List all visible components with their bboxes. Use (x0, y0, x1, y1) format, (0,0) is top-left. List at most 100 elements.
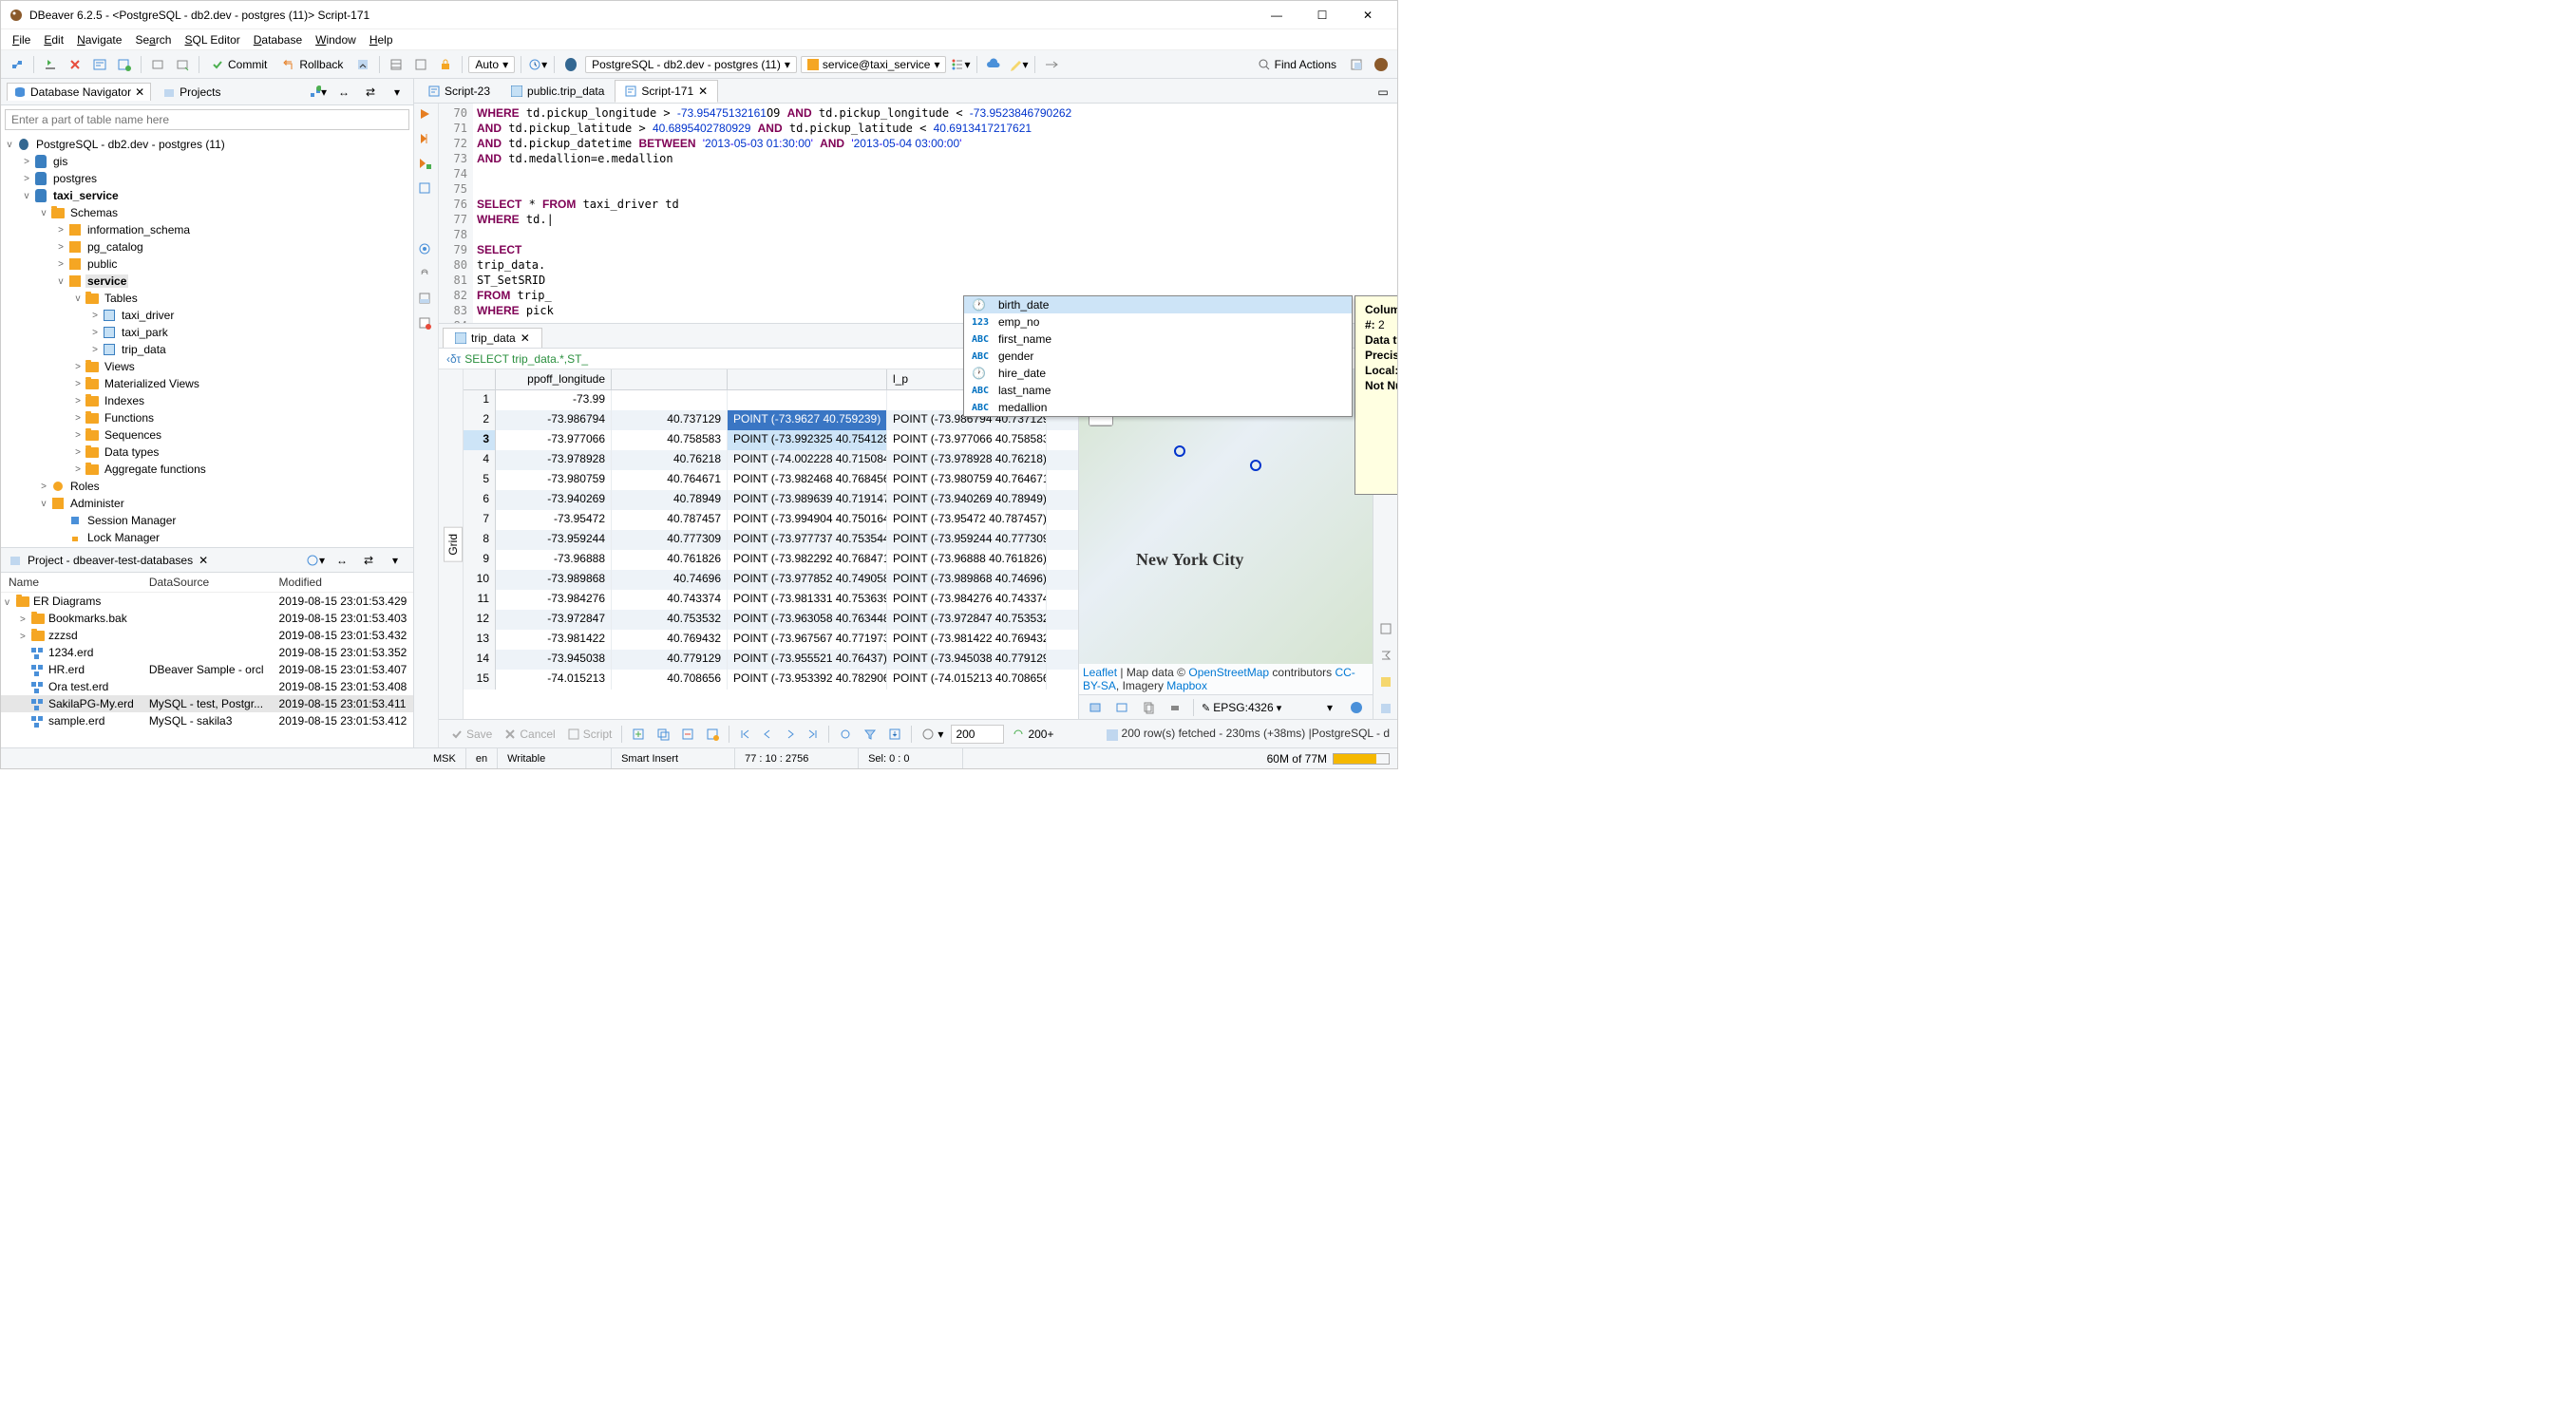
tree-schemas[interactable]: Schemas (68, 206, 120, 219)
proj-collapse-icon[interactable]: ⇄ (358, 550, 379, 571)
table-row[interactable]: 13-73.98142240.769432POINT (-73.967567 4… (464, 630, 1078, 650)
sb-memory[interactable]: 60M of 77M (1260, 752, 1397, 766)
data-grid[interactable]: ppoff_longitude l_p 1-73.992-73.98679440… (464, 369, 1078, 719)
auto-commit-combo[interactable]: Auto ▾ (468, 56, 515, 73)
table-row[interactable]: 8-73.95924440.777309POINT (-73.977737 40… (464, 530, 1078, 550)
tree-lockmgr[interactable]: Lock Manager (85, 531, 161, 544)
table-row[interactable]: 7-73.9547240.787457POINT (-73.994904 40.… (464, 510, 1078, 530)
autocomplete-item[interactable]: ABCfirst_name (964, 331, 1352, 348)
find-actions-button[interactable]: Find Actions (1252, 56, 1342, 73)
tree-roles[interactable]: Roles (68, 480, 102, 493)
menu-database[interactable]: Database (248, 31, 308, 48)
tree-schema-service[interactable]: service (85, 274, 128, 288)
minimize-button[interactable]: — (1255, 1, 1298, 29)
menu-navigate[interactable]: Navigate (71, 31, 127, 48)
project-row[interactable]: >zzzsd2019-08-15 23:01:53.432 (1, 627, 413, 644)
rollback-button[interactable]: Rollback (276, 56, 349, 73)
project-row[interactable]: vER Diagrams2019-08-15 23:01:53.429 (1, 593, 413, 611)
editor-tab[interactable]: public.trip_data (501, 80, 615, 103)
table-row[interactable]: 3-73.97706640.758583POINT (-73.992325 40… (464, 430, 1078, 450)
tree-administer[interactable]: Administer (68, 497, 126, 510)
col-point1[interactable] (728, 369, 887, 389)
tree-connection[interactable]: PostgreSQL - db2.dev - postgres (11) (34, 138, 227, 151)
grid-fetch-more-button[interactable]: 200+ (1008, 726, 1057, 743)
marker-icon[interactable]: ▾ (1008, 54, 1029, 75)
tree-views[interactable]: Views (103, 360, 137, 373)
menu-help[interactable]: Help (364, 31, 399, 48)
map-epsg[interactable]: EPSG:4326 (1213, 701, 1273, 714)
maximize-button[interactable]: ☐ (1300, 1, 1344, 29)
tree-table-park[interactable]: taxi_park (120, 326, 170, 339)
tree-functions[interactable]: Functions (103, 411, 156, 425)
tree-tables[interactable]: Tables (103, 292, 140, 305)
grid-script-button[interactable]: Script (563, 726, 616, 743)
map-palette-icon[interactable] (1346, 697, 1367, 718)
nav-menu-icon[interactable]: ▾ (387, 82, 407, 103)
tree-indexes[interactable]: Indexes (103, 394, 146, 407)
execute-icon[interactable] (418, 107, 435, 124)
autocomplete-popup[interactable]: 🕐birth_date123emp_noABCfirst_nameABCgend… (963, 295, 1353, 417)
panel-meta-icon[interactable] (1375, 698, 1396, 719)
grid-limit-input[interactable] (951, 725, 1004, 744)
menu-sql-editor[interactable]: SQL Editor (179, 31, 245, 48)
tree-matviews[interactable]: Materialized Views (103, 377, 201, 390)
table-row[interactable]: 10-73.98986840.74696POINT (-73.977852 40… (464, 570, 1078, 590)
map-copy-icon[interactable] (1138, 697, 1159, 718)
autocomplete-item[interactable]: ABCmedallion (964, 399, 1352, 416)
execute-script-icon[interactable] (418, 132, 435, 149)
table-row[interactable]: 6-73.94026940.78949POINT (-73.989639 40.… (464, 490, 1078, 510)
tree-schema-info[interactable]: information_schema (85, 223, 192, 236)
autocomplete-item[interactable]: 🕐hire_date (964, 365, 1352, 382)
proj-refresh-icon[interactable]: ↔ (331, 550, 352, 571)
tree-table-trip[interactable]: trip_data (120, 343, 168, 356)
new-connection-icon[interactable] (7, 54, 28, 75)
close-button[interactable]: ✕ (1346, 1, 1390, 29)
map-print-icon[interactable] (1165, 697, 1185, 718)
project-row[interactable]: sample.erdMySQL - sakila32019-08-15 23:0… (1, 712, 413, 729)
autocomplete-item[interactable]: ABCgender (964, 348, 1352, 365)
table-row[interactable]: 5-73.98075940.764671POINT (-73.982468 40… (464, 470, 1078, 490)
menu-file[interactable]: File (7, 31, 36, 48)
new-sql-icon[interactable] (114, 54, 135, 75)
nav-filter-input[interactable] (5, 109, 409, 130)
sql-code[interactable]: WHERE td.pickup_longitude > -73.95475132… (473, 104, 1397, 323)
next-query-icon[interactable] (172, 54, 193, 75)
tab-database-navigator[interactable]: Database Navigator ✕ (7, 83, 151, 101)
project-row[interactable]: HR.erdDBeaver Sample - orcl2019-08-15 23… (1, 661, 413, 678)
panel-toggle-icon[interactable] (418, 292, 435, 309)
link-icon[interactable] (1041, 54, 1062, 75)
proj-col-ds[interactable]: DataSource (142, 573, 272, 593)
grid-next-icon[interactable] (781, 727, 800, 742)
datasource-combo[interactable]: PostgreSQL - db2.dev - postgres (11) ▾ (585, 56, 797, 73)
tree-aggfunc[interactable]: Aggregate functions (103, 463, 208, 476)
results-tab-tripdata[interactable]: trip_data ✕ (443, 328, 542, 348)
collapse-nav-icon[interactable]: ⇄ (360, 82, 381, 103)
tree-sessionmgr[interactable]: Session Manager (85, 514, 178, 527)
new-conn-icon[interactable]: ▾ (307, 82, 328, 103)
project-row[interactable]: >Bookmarks.bak2019-08-15 23:01:53.403 (1, 610, 413, 627)
autocomplete-item[interactable]: 🕐birth_date (964, 296, 1352, 313)
proj-col-mod[interactable]: Modified (272, 573, 413, 593)
grid-edit-row-icon[interactable] (702, 726, 723, 743)
table-row[interactable]: 12-73.97284740.753532POINT (-73.963058 4… (464, 610, 1078, 630)
tree-schema-pgcat[interactable]: pg_catalog (85, 240, 145, 254)
schema-combo[interactable]: service@taxi_service ▾ (801, 56, 947, 73)
sql-editor-icon[interactable] (89, 54, 110, 75)
settings-icon[interactable] (418, 242, 435, 259)
dbeaver-icon[interactable] (1371, 54, 1392, 75)
prev-query-icon[interactable] (147, 54, 168, 75)
panel-ref-icon[interactable] (1375, 671, 1396, 692)
txn-dropdown-icon[interactable] (352, 54, 373, 75)
editor-tab[interactable]: Script-23 (418, 80, 501, 103)
grid-filter-icon[interactable] (860, 726, 881, 743)
tree-db-gis[interactable]: gis (51, 155, 69, 168)
maximize-editor-icon[interactable]: ▭ (1373, 82, 1393, 103)
autocomplete-item[interactable]: 123emp_no (964, 313, 1352, 331)
tree-datatypes[interactable]: Data types (103, 445, 161, 459)
proj-menu-icon[interactable]: ▾ (385, 550, 406, 571)
grid-last-icon[interactable] (804, 727, 823, 742)
grid-dup-row-icon[interactable] (653, 726, 673, 743)
map-export-icon[interactable] (1111, 697, 1132, 718)
vtab-text[interactable]: Text (439, 528, 444, 560)
grid-config-icon[interactable]: ▾ (918, 726, 947, 743)
